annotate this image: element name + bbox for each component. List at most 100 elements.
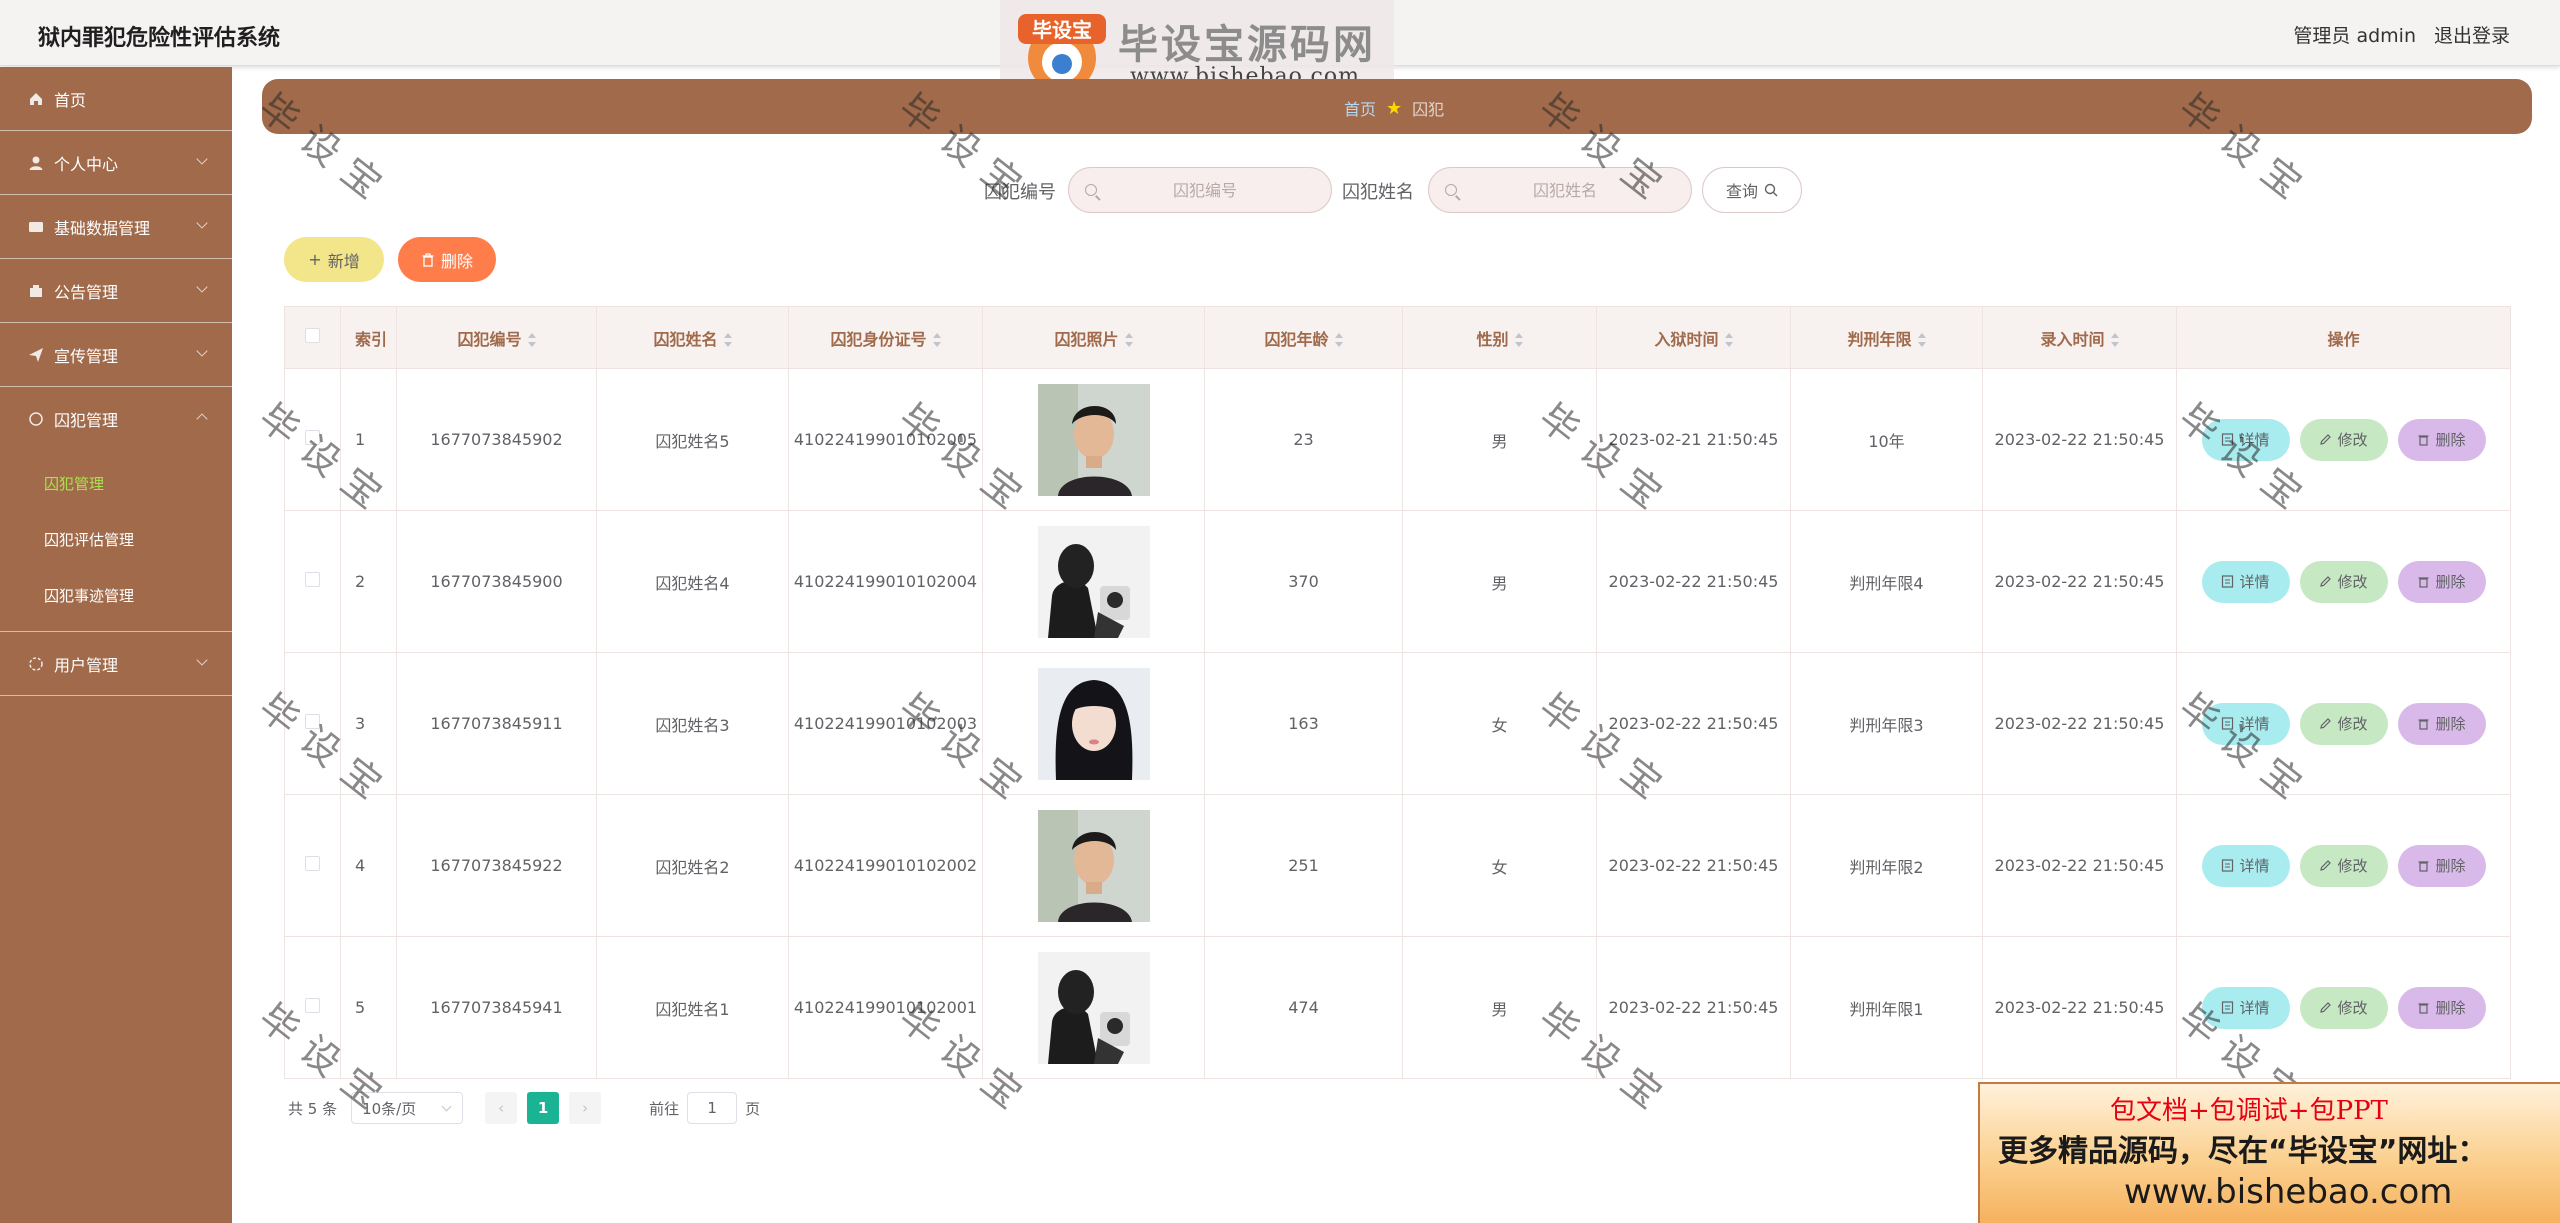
sidebar-subitem-assessment[interactable]: 囚犯评估管理 <box>0 511 232 567</box>
user-icon <box>29 156 43 170</box>
sort-icon[interactable] <box>1334 333 1343 347</box>
page-size-select[interactable]: 10条/页 <box>351 1092 464 1124</box>
detail-button-label: 详情 <box>2239 431 2270 449</box>
col-id-card[interactable]: 囚犯身份证号 <box>788 306 983 369</box>
sort-icon[interactable] <box>1124 333 1133 347</box>
watermark-badge-text: 毕设宝 <box>1032 18 1092 42</box>
edit-button[interactable]: 修改 <box>2299 844 2388 887</box>
col-name[interactable]: 囚犯姓名 <box>596 306 789 369</box>
remove-button[interactable]: 删除 <box>2397 560 2486 603</box>
edit-button[interactable]: 修改 <box>2299 418 2388 461</box>
page-size-value: 10条/页 <box>362 1099 417 1118</box>
sort-icon[interactable] <box>723 333 732 347</box>
cell-entry-time: 2023-02-22 21:50:45 <box>1982 936 2177 1079</box>
ad-line-1: 包文档+包调试+包PPT <box>2110 1096 2388 1126</box>
sort-icon[interactable] <box>1724 333 1733 347</box>
page-number-current[interactable]: 1 <box>527 1092 560 1124</box>
prisoner-photo[interactable] <box>1037 667 1150 780</box>
detail-button[interactable]: 详情 <box>2201 702 2290 745</box>
sort-icon[interactable] <box>932 333 941 347</box>
breadcrumb-current: 囚犯 <box>1412 100 1445 119</box>
sidebar-item-notice[interactable]: 公告管理 <box>0 259 232 323</box>
cell-code: 1677073845922 <box>396 794 597 937</box>
detail-button[interactable]: 详情 <box>2201 986 2290 1029</box>
select-all-checkbox[interactable] <box>305 328 320 343</box>
cell-operations: 详情 修改 删除 <box>2176 794 2511 937</box>
col-jail-time[interactable]: 入狱时间 <box>1596 306 1791 369</box>
batch-delete-button[interactable]: 删除 <box>398 237 496 282</box>
breadcrumb-home[interactable]: 首页 <box>1344 96 1376 120</box>
logout-link[interactable]: 退出登录 <box>2434 21 2510 48</box>
sort-icon[interactable] <box>1514 333 1523 347</box>
detail-button[interactable]: 详情 <box>2201 560 2290 603</box>
detail-button[interactable]: 详情 <box>2201 844 2290 887</box>
row-checkbox[interactable] <box>305 430 320 445</box>
col-entry-time[interactable]: 录入时间 <box>1982 306 2177 369</box>
sidebar-item-basic-data[interactable]: 基础数据管理 <box>0 195 232 259</box>
col-sentence[interactable]: 判刑年限 <box>1790 306 1983 369</box>
plus-icon: + <box>308 250 322 269</box>
row-checkbox[interactable] <box>305 856 320 871</box>
remove-button[interactable]: 删除 <box>2397 418 2486 461</box>
prisoner-photo[interactable] <box>1037 951 1150 1064</box>
cell-jail-time: 2023-02-21 21:50:45 <box>1596 368 1791 511</box>
pencil-icon <box>2320 576 2332 587</box>
remove-button[interactable]: 删除 <box>2397 702 2486 745</box>
prisoner-photo[interactable] <box>1037 525 1150 638</box>
cell-age: 163 <box>1204 652 1403 795</box>
row-checkbox[interactable] <box>305 998 320 1013</box>
star-icon: ★ <box>1386 97 1403 119</box>
query-button[interactable]: 查询 <box>1702 167 1802 213</box>
table-row: 4 1677073845922 囚犯姓名2 410224199010102002 251… <box>284 794 2511 937</box>
ad-banner[interactable]: 包文档+包调试+包PPT 更多精品源码，尽在“毕设宝”网址： www.bishe… <box>1978 1082 2560 1223</box>
cell-index: 2 <box>340 510 397 653</box>
edit-button[interactable]: 修改 <box>2299 702 2388 745</box>
chevron-up-icon <box>196 413 208 425</box>
goto-page: 前往 页 <box>649 1092 760 1124</box>
prisoner-photo[interactable] <box>1037 383 1150 496</box>
sidebar-subitem-deeds[interactable]: 囚犯事迹管理 <box>0 567 232 623</box>
goto-page-input[interactable] <box>687 1092 738 1124</box>
remove-button[interactable]: 删除 <box>2397 986 2486 1029</box>
search-name-input[interactable] <box>1475 180 1655 200</box>
detail-button-label: 详情 <box>2239 715 2270 733</box>
col-age[interactable]: 囚犯年龄 <box>1204 306 1403 369</box>
col-index: 索引 <box>340 306 397 369</box>
prisoner-photo[interactable] <box>1037 809 1150 922</box>
sidebar-item-users[interactable]: 用户管理 <box>0 632 232 696</box>
sidebar-item-prisoner[interactable]: 囚犯管理 <box>0 387 232 451</box>
add-button[interactable]: + 新增 <box>284 237 384 282</box>
cell-sentence: 判刑年限1 <box>1790 936 1983 1079</box>
col-code[interactable]: 囚犯编号 <box>396 306 597 369</box>
search-code-field[interactable] <box>1068 167 1332 213</box>
sort-icon[interactable] <box>2110 333 2119 347</box>
prev-page-button[interactable]: ‹ <box>485 1092 518 1124</box>
sidebar-item-home[interactable]: 首页 <box>0 67 232 131</box>
sidebar-item-profile[interactable]: 个人中心 <box>0 131 232 195</box>
search-name-field[interactable] <box>1428 167 1692 213</box>
sort-icon[interactable] <box>1917 333 1926 347</box>
document-icon <box>2222 717 2234 730</box>
col-sentence-label: 判刑年限 <box>1847 329 1912 349</box>
row-checkbox[interactable] <box>305 572 320 587</box>
detail-button[interactable]: 详情 <box>2201 418 2290 461</box>
cell-id-card: 410224199010102005 <box>788 368 983 511</box>
col-name-label: 囚犯姓名 <box>653 329 718 349</box>
sort-icon[interactable] <box>527 333 536 347</box>
edit-button[interactable]: 修改 <box>2299 986 2388 1029</box>
search-code-input[interactable] <box>1115 180 1295 200</box>
col-gender[interactable]: 性别 <box>1402 306 1597 369</box>
cell-code: 1677073845902 <box>396 368 597 511</box>
breadcrumb: 首页 ★ 囚犯 <box>1344 96 1444 120</box>
row-checkbox[interactable] <box>305 714 320 729</box>
col-entry-time-label: 录入时间 <box>2040 329 2105 349</box>
sidebar-item-promotion[interactable]: 宣传管理 <box>0 323 232 387</box>
data-icon <box>29 221 43 232</box>
remove-button-label: 删除 <box>2435 431 2466 449</box>
col-photo[interactable]: 囚犯照片 <box>982 306 1205 369</box>
sidebar-subitem-prisoner[interactable]: 囚犯管理 <box>0 455 232 511</box>
next-page-button[interactable]: › <box>569 1092 602 1124</box>
remove-button[interactable]: 删除 <box>2397 844 2486 887</box>
query-button-label: 查询 <box>1725 182 1758 201</box>
edit-button[interactable]: 修改 <box>2299 560 2388 603</box>
